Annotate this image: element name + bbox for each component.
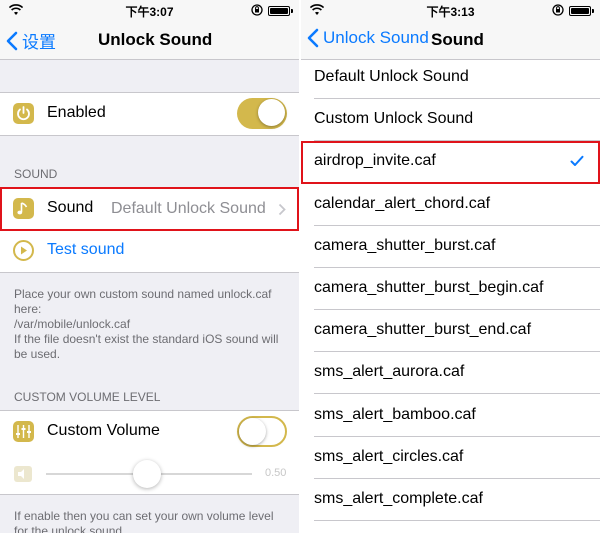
test-sound-cell[interactable]: Test sound <box>0 230 299 272</box>
nav-bar: 设置 Unlock Sound <box>0 20 299 60</box>
sound-item-label: Custom Unlock Sound <box>314 110 474 128</box>
power-icon <box>13 103 34 124</box>
back-label: Unlock Sound <box>323 28 429 47</box>
sound-list-item[interactable]: sms_alert_complete.caf <box>301 479 600 521</box>
volume-slider-thumb[interactable] <box>133 460 161 488</box>
back-button[interactable]: 设置 <box>6 28 56 53</box>
section-header-volume: CUSTOM VOLUME LEVEL <box>14 390 161 404</box>
sound-list-item[interactable]: sms_alert_bamboo.caf <box>301 395 600 437</box>
sound-item-label: sms_alert_aurora.caf <box>314 363 465 381</box>
volume-footer: If enable then you can set your own volu… <box>14 509 274 533</box>
enabled-cell: Enabled <box>0 93 299 135</box>
sound-list-item[interactable]: Custom Unlock Sound <box>301 99 600 142</box>
back-label: 设置 <box>22 33 56 52</box>
page-title: Unlock Sound <box>98 30 213 49</box>
right-screen: 下午3:13 Unlock Sound Sound Default Unlock… <box>301 0 600 533</box>
status-bar: 下午3:13 <box>301 0 600 20</box>
sound-item-label: camera_shutter_burst.caf <box>314 236 496 254</box>
enabled-toggle[interactable] <box>237 98 287 129</box>
orientation-lock-icon <box>552 4 564 16</box>
sound-list-item[interactable]: sms_alert_circles.caf <box>301 437 600 479</box>
sound-info-footer: Place your own custom sound named unlock… <box>14 287 279 361</box>
custom-volume-label: Custom Volume <box>47 422 160 439</box>
left-screen: 下午3:07 设置 Unlock Sound Enabled SOUND Sou… <box>0 0 299 533</box>
status-bar: 下午3:07 <box>0 0 299 20</box>
highlight-box <box>0 187 299 231</box>
sound-list-item[interactable]: camera_shutter_burst.caf <box>301 226 600 268</box>
sound-item-label: sms_alert_bamboo.caf <box>314 405 476 423</box>
equalizer-icon <box>13 421 34 442</box>
sound-item-label: camera_shutter_burst_end.caf <box>314 321 532 339</box>
sound-list-item[interactable]: calendar_alert_chord.caf <box>301 184 600 226</box>
highlight-box <box>301 141 600 184</box>
sound-item-label: sms_alert_complete.caf <box>314 490 483 507</box>
section-header-sound: SOUND <box>14 167 58 181</box>
sound-list-item[interactable]: sms_alert_aurora.caf <box>301 352 600 395</box>
chevron-left-icon <box>307 28 319 48</box>
play-icon <box>13 240 34 261</box>
custom-volume-toggle[interactable] <box>237 416 287 447</box>
sound-list-item[interactable]: Default Unlock Sound <box>301 57 600 99</box>
back-button[interactable]: Unlock Sound <box>307 28 429 48</box>
sound-list-item[interactable]: camera_shutter_burst_end.caf <box>301 310 600 353</box>
sound-item-label: camera_shutter_burst_begin.caf <box>314 279 544 296</box>
volume-value: 0.50 <box>265 467 287 479</box>
toggle-knob <box>258 99 285 126</box>
sound-item-label: calendar_alert_chord.caf <box>314 194 491 212</box>
nav-bar: Unlock Sound Sound <box>301 20 600 60</box>
test-sound-label: Test sound <box>47 241 125 258</box>
page-title: Sound <box>431 30 484 49</box>
battery-icon <box>268 6 293 16</box>
battery-icon <box>569 6 594 16</box>
toggle-knob <box>239 418 266 445</box>
enabled-label: Enabled <box>47 104 106 121</box>
orientation-lock-icon <box>251 4 263 16</box>
sound-item-label: Default Unlock Sound <box>314 68 469 85</box>
row-separator <box>314 520 600 521</box>
enabled-group: Enabled <box>0 92 299 136</box>
volume-slider-row: 0.50 <box>0 453 299 495</box>
custom-volume-cell: Custom Volume <box>0 411 299 453</box>
volume-group: Custom Volume <box>0 410 299 453</box>
speaker-icon <box>14 466 32 482</box>
sound-list-item[interactable]: camera_shutter_burst_begin.caf <box>301 268 600 310</box>
sound-item-label: sms_alert_circles.caf <box>314 447 464 465</box>
chevron-left-icon <box>6 31 18 50</box>
